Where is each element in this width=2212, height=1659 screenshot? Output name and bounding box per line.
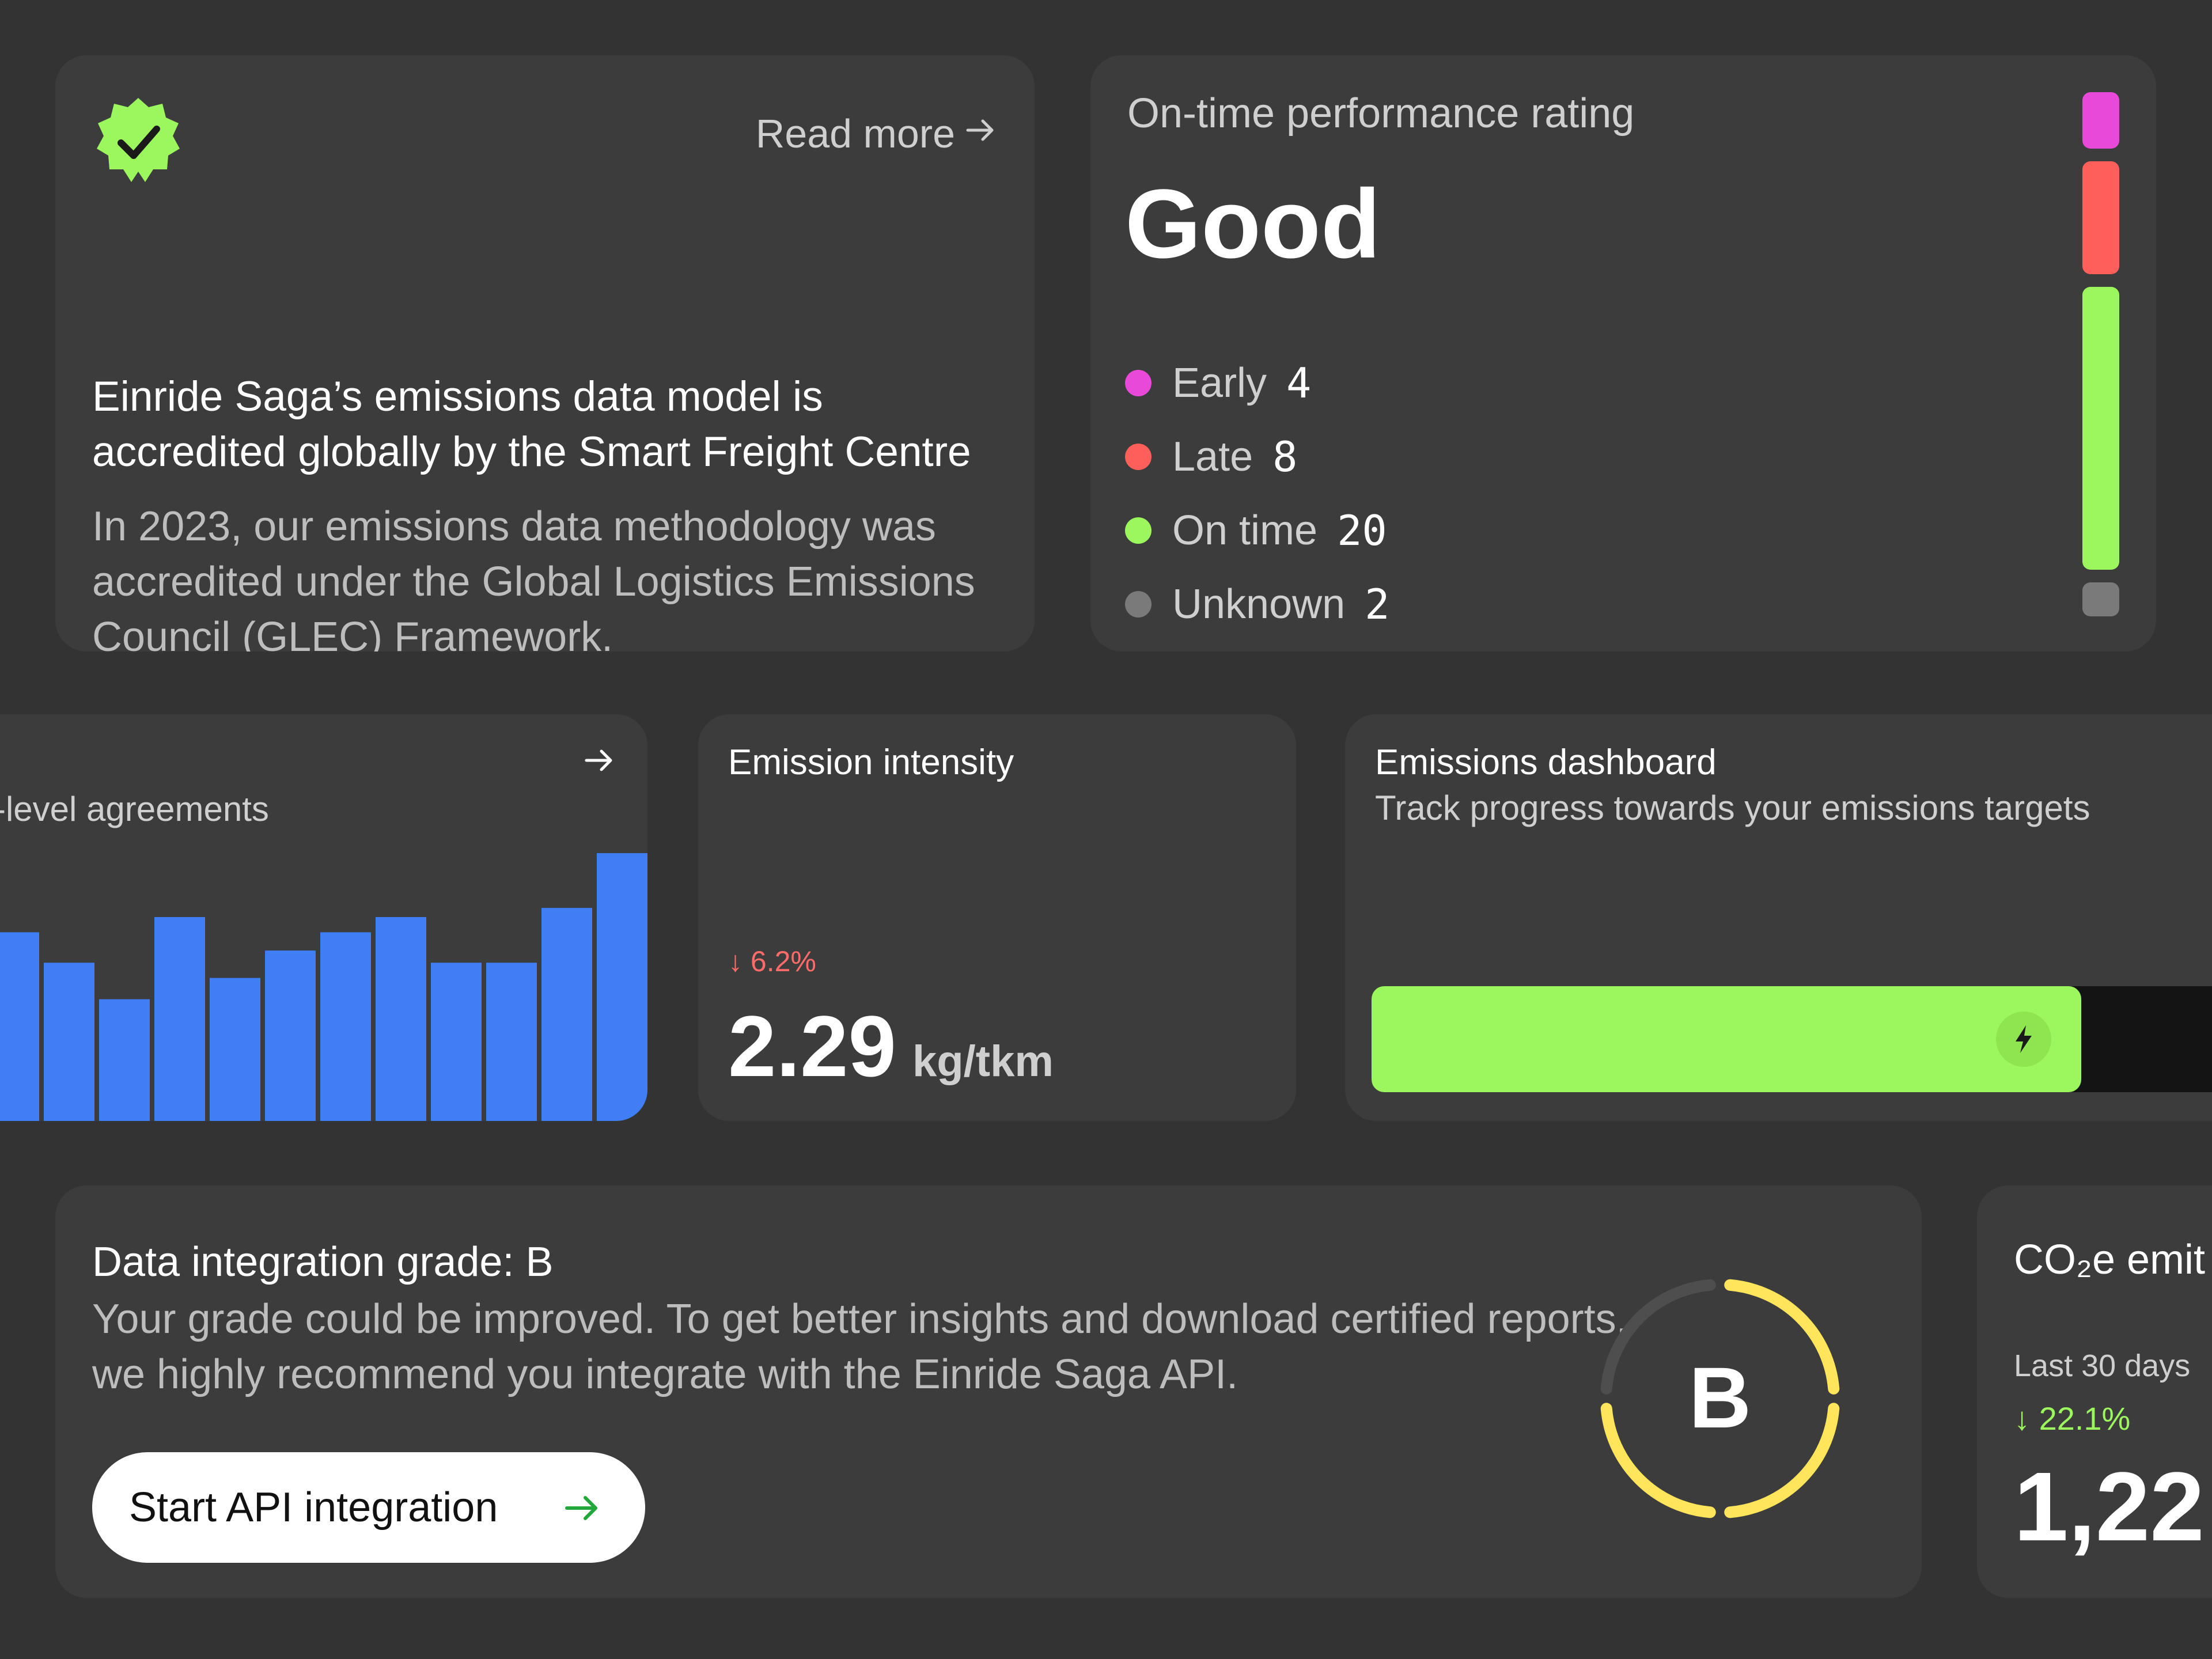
co2e-period: Last 30 days bbox=[2014, 1349, 2191, 1383]
legend-item-unknown: Unknown 2 bbox=[1125, 567, 1390, 641]
emissions-dashboard-title: Emissions dashboard bbox=[1375, 743, 1717, 782]
service-level-agreements-card[interactable]: -level agreements bbox=[0, 714, 647, 1121]
emission-intensity-change: ↓ 6.2% bbox=[728, 945, 816, 978]
grade-description: Your grade could be improved. To get bet… bbox=[92, 1296, 1628, 1397]
accreditation-description: In 2023, our emissions data methodology … bbox=[92, 503, 975, 652]
sla-bar bbox=[44, 963, 94, 1121]
on-time-stacked-bar bbox=[2082, 92, 2119, 616]
sla-bar-chart bbox=[0, 853, 647, 1121]
early-dot-icon bbox=[1125, 370, 1152, 396]
legend-item-late: Late 8 bbox=[1125, 420, 1390, 494]
stack-segment-late bbox=[2082, 161, 2119, 275]
arrow-right-icon bbox=[563, 1489, 600, 1526]
sla-bar bbox=[210, 978, 260, 1121]
co2e-emitted-card[interactable]: CO₂e emit Last 30 days ↓ 22.1% 1,22 bbox=[1977, 1185, 2212, 1598]
on-time-label: On-time performance rating bbox=[1127, 90, 1635, 137]
read-more-label: Read more bbox=[755, 111, 955, 156]
arrow-down-icon: ↓ bbox=[2014, 1400, 2030, 1437]
legend-count: 4 bbox=[1286, 359, 1312, 407]
sla-bar bbox=[486, 963, 537, 1121]
legend-item-early: Early 4 bbox=[1125, 346, 1390, 420]
legend-count: 2 bbox=[1365, 580, 1390, 628]
sla-bar bbox=[154, 916, 205, 1121]
unknown-dot-icon bbox=[1125, 591, 1152, 618]
arrow-down-icon: ↓ bbox=[728, 945, 743, 978]
change-value: 6.2% bbox=[750, 945, 816, 978]
sla-bar bbox=[99, 999, 150, 1121]
on-time-performance-card[interactable]: On-time performance rating Good Early 4 … bbox=[1090, 55, 2156, 652]
start-api-integration-button[interactable]: Start API integration bbox=[92, 1452, 645, 1563]
emission-intensity-value: 2.29 bbox=[728, 998, 896, 1094]
read-more-link[interactable]: Read more bbox=[756, 111, 998, 157]
legend-label: Unknown bbox=[1172, 581, 1346, 627]
accreditation-title: Einride Saga’s emissions data model is a… bbox=[92, 373, 971, 475]
grade-letter: B bbox=[1689, 1349, 1751, 1446]
arrow-right-icon bbox=[963, 111, 998, 157]
co2e-change: ↓ 22.1% bbox=[2014, 1400, 2130, 1437]
accreditation-card: Read more Einride Saga’s emissions data … bbox=[55, 55, 1035, 652]
legend-label: On time bbox=[1172, 507, 1318, 554]
emission-intensity-card[interactable]: Emission intensity ↓ 6.2% 2.29 kg/tkm bbox=[698, 714, 1296, 1121]
sla-bar bbox=[597, 853, 647, 1121]
stack-segment-early bbox=[2082, 92, 2119, 149]
emissions-progress-track bbox=[1372, 986, 2212, 1092]
verified-badge-icon bbox=[92, 96, 184, 188]
change-value: 22.1% bbox=[2039, 1400, 2131, 1437]
on-time-dot-icon bbox=[1125, 517, 1152, 544]
emission-intensity-value-row: 2.29 kg/tkm bbox=[728, 997, 1054, 1096]
sla-bar bbox=[431, 963, 482, 1121]
emissions-progress-fill bbox=[1372, 986, 2081, 1092]
on-time-rating: Good bbox=[1125, 169, 1381, 279]
co2e-value: 1,22 bbox=[2014, 1452, 2205, 1562]
grade-title: Data integration grade: B bbox=[92, 1239, 554, 1285]
co2e-title: CO₂e emit bbox=[2014, 1237, 2206, 1283]
legend-item-on-time: On time 20 bbox=[1125, 494, 1390, 567]
stack-segment-unknown bbox=[2082, 582, 2119, 616]
stack-segment-on-time bbox=[2082, 287, 2119, 570]
sla-bar bbox=[320, 932, 371, 1121]
on-time-legend: Early 4 Late 8 On time 20 Unknown 2 bbox=[1125, 346, 1390, 641]
emissions-dashboard-subtitle: Track progress towards your emissions ta… bbox=[1375, 789, 2090, 827]
late-dot-icon bbox=[1125, 444, 1152, 470]
emissions-dashboard-card[interactable]: Emissions dashboard Track progress towar… bbox=[1345, 714, 2212, 1121]
button-label: Start API integration bbox=[129, 1484, 498, 1531]
emission-intensity-label: Emission intensity bbox=[728, 743, 1014, 782]
sla-bar bbox=[541, 908, 592, 1121]
emission-intensity-unit: kg/tkm bbox=[912, 1037, 1054, 1086]
lightning-bolt-icon bbox=[1996, 1012, 2051, 1067]
sla-bar bbox=[265, 950, 316, 1121]
grade-ring-chart: B bbox=[1600, 1279, 1840, 1518]
legend-count: 8 bbox=[1272, 433, 1298, 481]
data-integration-grade-card: Data integration grade: B Your grade cou… bbox=[55, 1185, 1922, 1598]
sla-bar bbox=[0, 932, 39, 1121]
sla-bar bbox=[376, 916, 426, 1121]
legend-label: Early bbox=[1172, 360, 1267, 406]
legend-label: Late bbox=[1172, 434, 1253, 480]
legend-count: 20 bbox=[1337, 506, 1387, 555]
